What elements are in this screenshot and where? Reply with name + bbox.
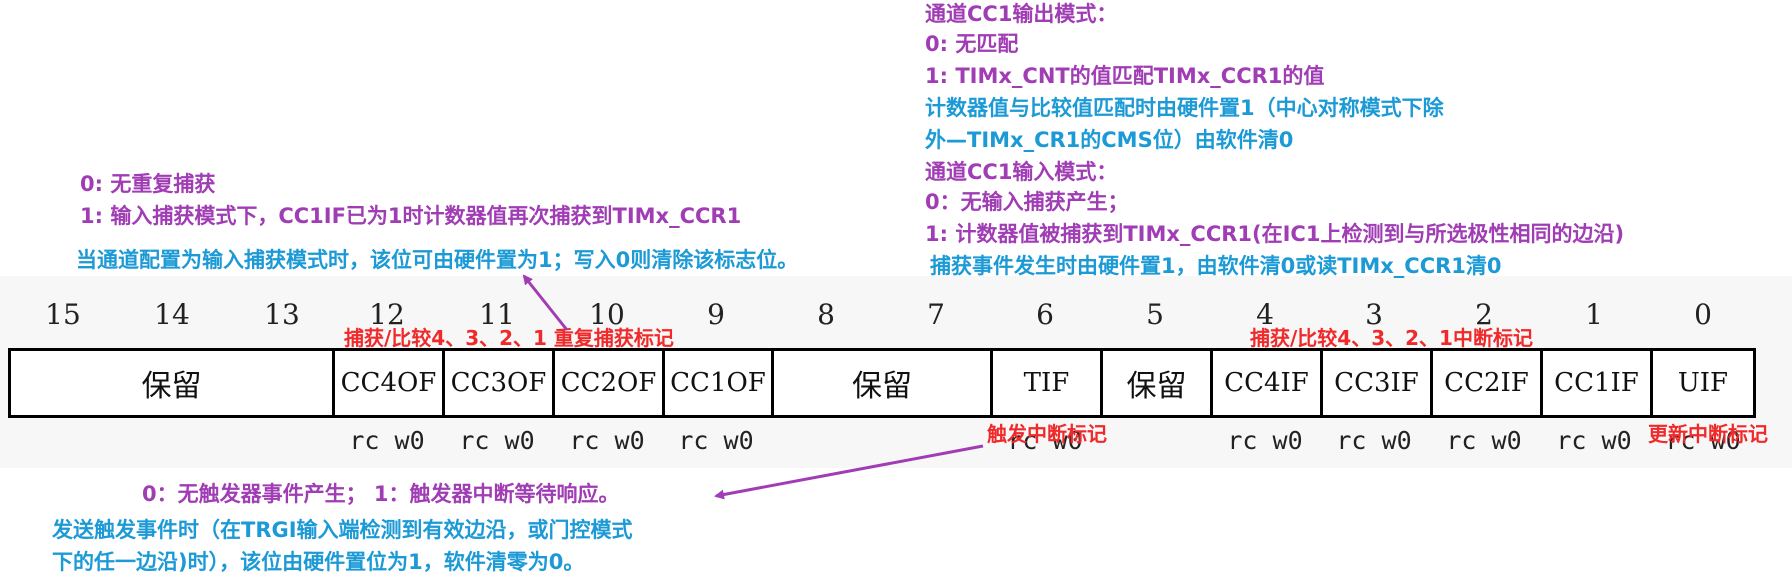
overcapture-arrow [522, 274, 569, 331]
annotation-arrows [522, 274, 984, 500]
trigger-arrow [714, 444, 984, 500]
